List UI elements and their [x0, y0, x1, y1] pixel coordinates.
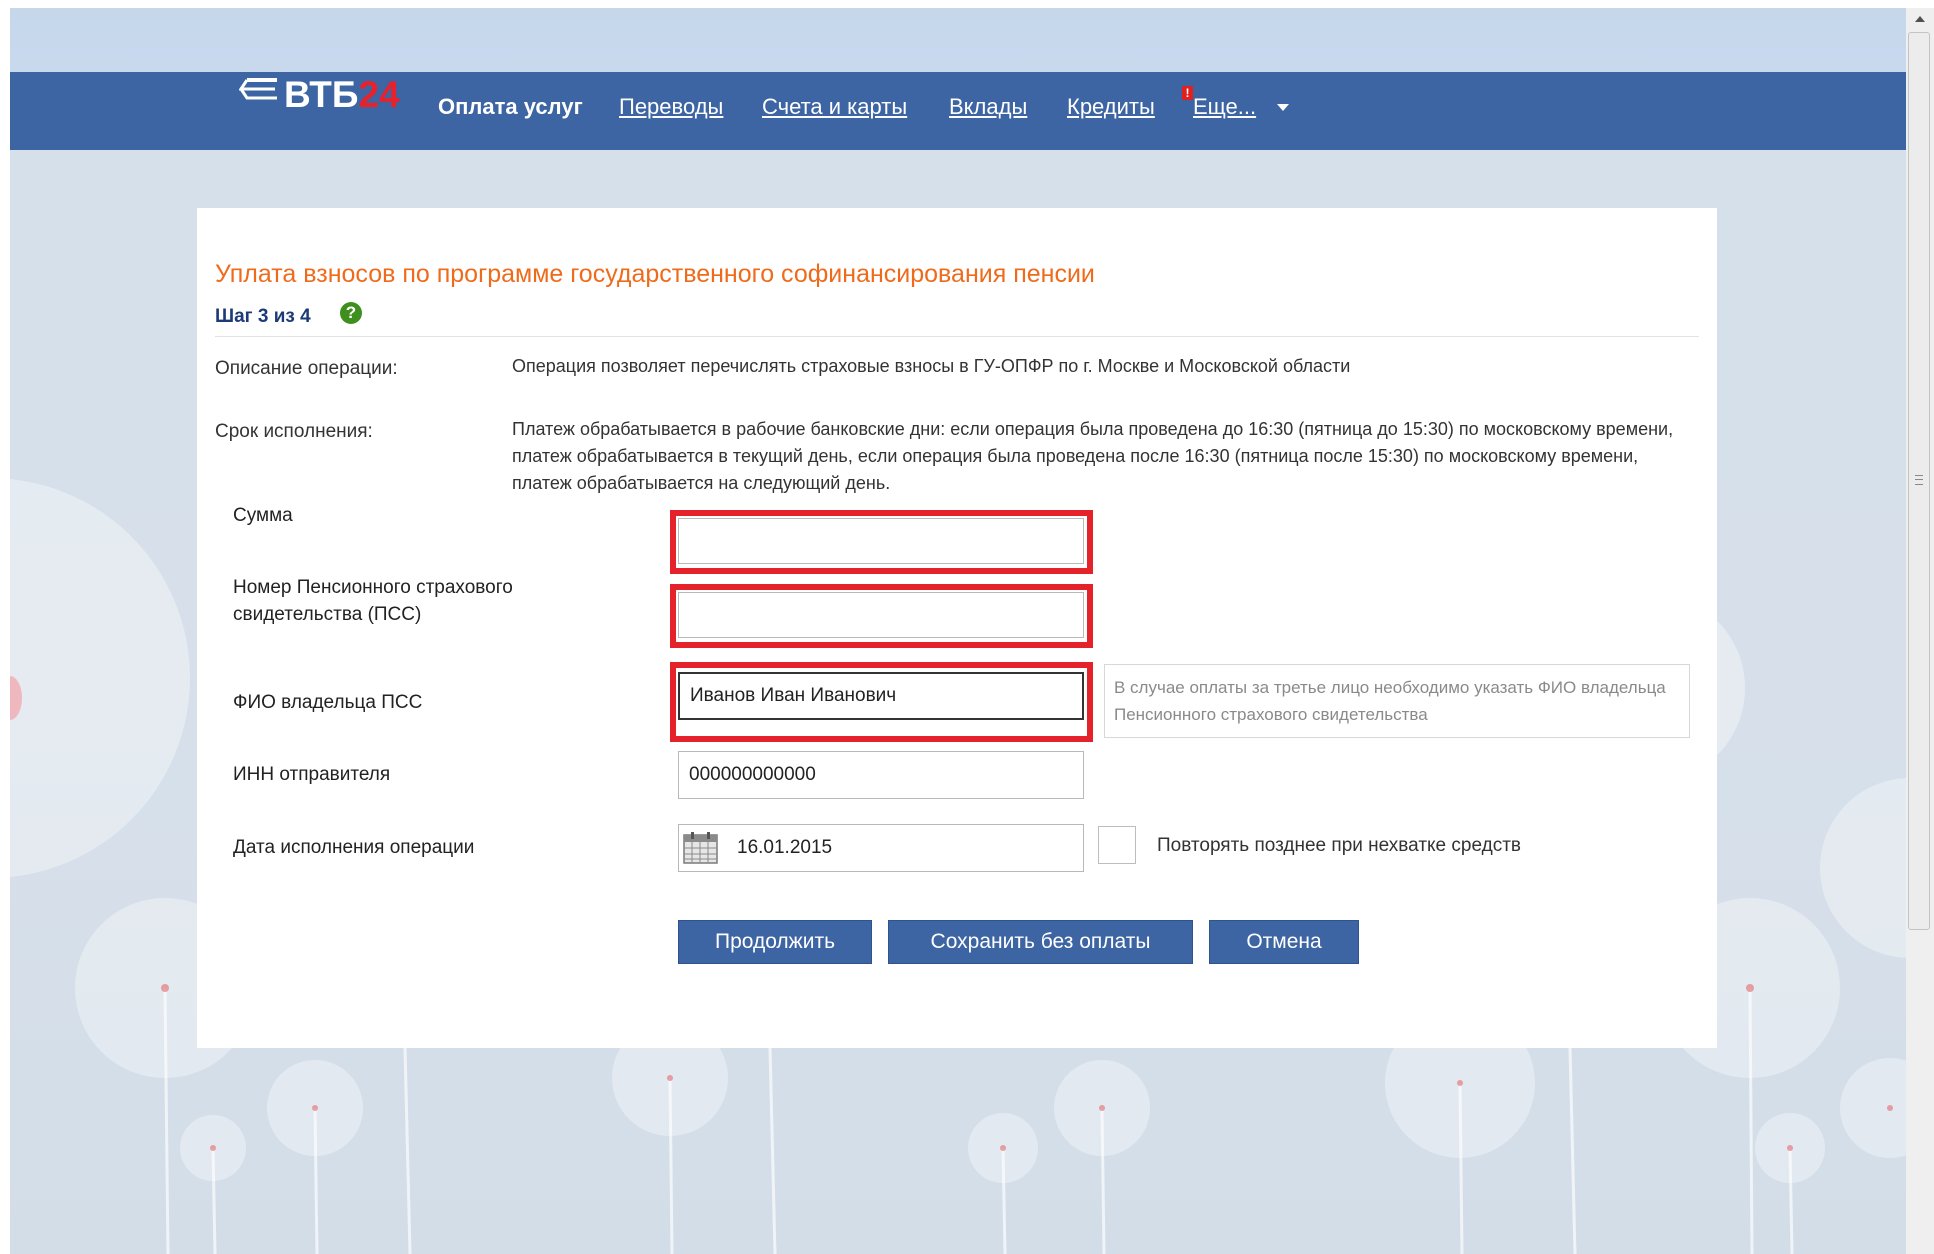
inn-label: ИНН отправителя	[233, 764, 391, 785]
divider	[215, 336, 1699, 337]
logo-text: ВТБ24	[284, 74, 400, 116]
logo-number: 24	[358, 74, 400, 115]
step-indicator: Шаг 3 из 4	[215, 306, 311, 327]
deadline-label: Срок исполнения:	[215, 421, 373, 442]
continue-button[interactable]: Продолжить	[678, 920, 872, 964]
page-title: Уплата взносов по программе государствен…	[215, 260, 1095, 288]
nav-deposits[interactable]: Вклады	[949, 94, 1027, 120]
date-input[interactable]	[678, 824, 1084, 872]
notification-badge: !	[1182, 86, 1193, 100]
calendar-icon[interactable]	[683, 831, 719, 865]
date-label: Дата исполнения операции	[233, 837, 475, 858]
help-icon[interactable]: ?	[340, 302, 362, 324]
deadline-text: Платеж обрабатывается в рабочие банковск…	[512, 419, 1674, 493]
logo-bank-name: ВТБ	[284, 74, 359, 115]
description-text: Операция позволяет перечислять страховые…	[512, 356, 1351, 376]
nav-credits[interactable]: Кредиты	[1067, 94, 1155, 120]
nav-payments[interactable]: Оплата услуг	[438, 94, 583, 120]
scrollbar-grip-icon	[1915, 475, 1923, 485]
owner-name-input[interactable]	[678, 672, 1084, 720]
repeat-label: Повторять позднее при нехватке средств	[1157, 835, 1521, 856]
repeat-checkbox[interactable]	[1098, 826, 1136, 864]
top-navigation: ВТБ24 Оплата услуг Переводы Счета и карт…	[10, 72, 1906, 150]
amount-input[interactable]	[678, 518, 1084, 564]
pss-label: Номер Пенсионного страхового свидетельст…	[233, 577, 513, 625]
scroll-up-icon[interactable]	[1915, 16, 1925, 22]
nav-accounts-cards[interactable]: Счета и карты	[762, 94, 907, 120]
browser-viewport: ВТБ24 Оплата услуг Переводы Счета и карт…	[10, 8, 1906, 1254]
pss-number-input[interactable]	[678, 592, 1084, 638]
nav-transfers[interactable]: Переводы	[619, 94, 723, 120]
payment-form-panel: Уплата взносов по программе государствен…	[197, 208, 1717, 1048]
description-label: Описание операции:	[215, 358, 398, 379]
vertical-scrollbar[interactable]	[1906, 8, 1934, 1254]
inn-input[interactable]	[678, 751, 1084, 799]
cancel-button[interactable]: Отмена	[1209, 920, 1359, 964]
chevron-down-icon[interactable]	[1277, 104, 1289, 111]
scrollbar-thumb[interactable]	[1908, 32, 1930, 930]
owner-label: ФИО владельца ПСС	[233, 692, 423, 713]
logo-mark-icon	[239, 78, 277, 100]
save-without-payment-button[interactable]: Сохранить без оплаты	[888, 920, 1193, 964]
owner-hint: В случае оплаты за третье лицо необходим…	[1104, 664, 1690, 738]
amount-label: Сумма	[233, 505, 293, 526]
